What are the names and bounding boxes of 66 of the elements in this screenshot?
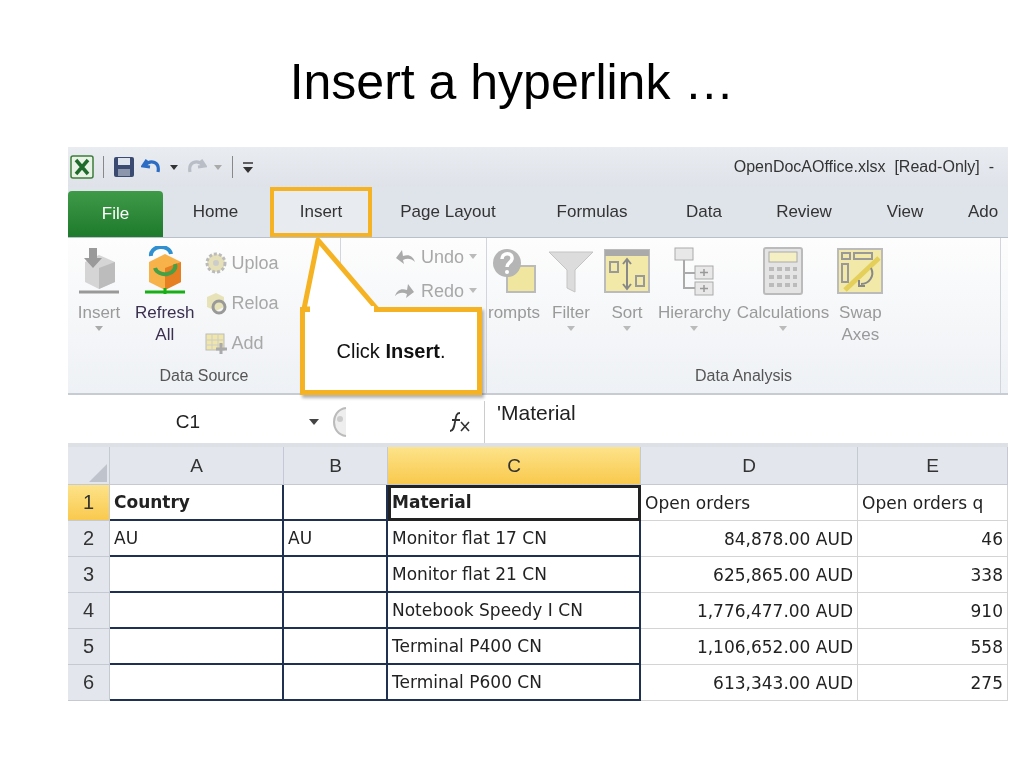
row-header[interactable]: 2 — [68, 521, 110, 557]
ribbon-tab[interactable]: Home — [163, 187, 268, 237]
caret-icon — [778, 326, 788, 332]
ribbon-button[interactable]: Refresh All — [132, 246, 198, 367]
row-header[interactable]: 4 — [68, 593, 110, 629]
callout-text: Click Insert. — [336, 339, 446, 363]
table-cell: 558 — [858, 629, 1008, 665]
add-grid-icon — [203, 331, 228, 355]
formula-field[interactable]: 'Material — [484, 401, 1008, 443]
column-header[interactable]: C — [388, 447, 641, 485]
caret-icon[interactable] — [308, 418, 320, 426]
ribbon-tab[interactable]: View — [860, 187, 950, 237]
caret-icon — [468, 254, 479, 260]
swap-axes-icon — [835, 246, 886, 296]
ribbon-tab[interactable]: Ado — [950, 187, 1008, 237]
table-cell: Terminal P400 CN — [388, 629, 641, 665]
table-cell: Terminal P600 CN — [388, 665, 641, 701]
customize-toolbar-icon[interactable] — [242, 159, 254, 175]
name-box[interactable]: C1 — [68, 411, 308, 433]
table-cell: Monitor flat 21 CN — [388, 557, 641, 593]
table-cell: 625,865.00 AUD — [641, 557, 858, 593]
ribbon-tab[interactable]: Page Layout — [372, 187, 524, 237]
table-cell: 46 — [858, 521, 1008, 557]
column-header[interactable]: A — [110, 447, 284, 485]
table-cell: Open orders — [641, 485, 858, 521]
ribbon-tab[interactable]: Review — [748, 187, 860, 237]
row-header[interactable]: 3 — [68, 557, 110, 593]
table-cell: Notebook Speedy I CN — [388, 593, 641, 629]
caret-icon — [565, 326, 576, 332]
row-header[interactable]: 1 — [68, 485, 110, 521]
window-title: OpenDocAOffice.xlsx [Read-Only] - — [733, 158, 994, 176]
slide-title: Insert a hyperlink … — [289, 53, 735, 112]
ribbon-tab[interactable]: Formulas — [524, 187, 660, 237]
save-icon[interactable] — [113, 156, 135, 178]
caret-icon — [689, 326, 700, 332]
table-cell: Material — [388, 485, 641, 521]
gear-icon — [203, 251, 228, 275]
table-cell: Country — [110, 485, 284, 521]
ribbon-tab[interactable]: Insert — [270, 187, 372, 237]
spreadsheet-app-icon — [70, 155, 94, 179]
table-cell: 910 — [858, 593, 1008, 629]
function-icon[interactable] — [448, 411, 472, 433]
table-cell: 1,106,652.00 AUD — [641, 629, 858, 665]
row-header[interactable]: 6 — [68, 665, 110, 701]
table-cell: 613,343.00 AUD — [641, 665, 858, 701]
caret-icon — [468, 288, 479, 294]
table-cell: 84,878.00 AUD — [641, 521, 858, 557]
table-cell: AU — [284, 521, 388, 557]
caret-icon — [621, 326, 632, 332]
column-header[interactable]: D — [641, 447, 858, 485]
sort-icon — [601, 246, 652, 296]
group-label: Data Source — [158, 367, 250, 386]
table-cell: Open orders q — [858, 485, 1008, 521]
table-cell: 1,776,477.00 AUD — [641, 593, 858, 629]
caret-icon — [94, 326, 104, 332]
table-cell: 338 — [858, 557, 1008, 593]
ribbon-tab[interactable]: Data — [660, 187, 748, 237]
table-cell: AU — [110, 521, 284, 557]
file-tab[interactable]: File — [68, 191, 163, 237]
group-label: Data Analysis — [694, 367, 793, 386]
column-header[interactable]: E — [858, 447, 1008, 485]
table-cell: 275 — [858, 665, 1008, 701]
row-header[interactable]: 5 — [68, 629, 110, 665]
table-cell: Monitor flat 17 CN — [388, 521, 641, 557]
column-header[interactable]: B — [284, 447, 388, 485]
caret-icon[interactable] — [169, 163, 179, 171]
